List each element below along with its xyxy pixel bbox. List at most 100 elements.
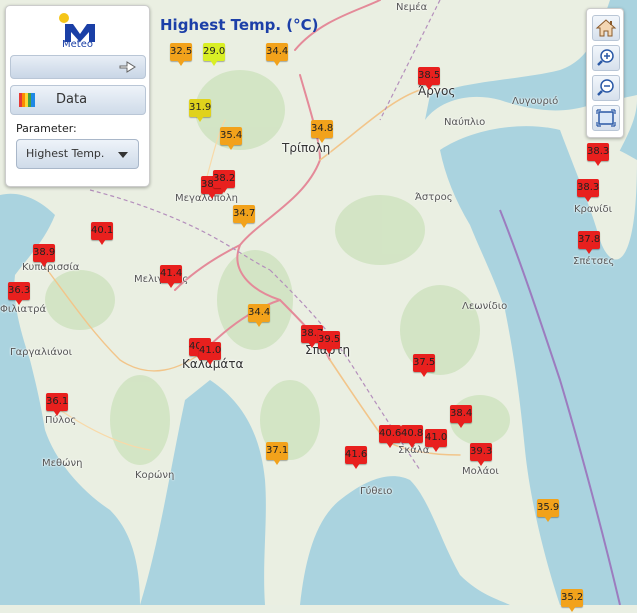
marker-pointer (40, 261, 48, 267)
station-marker[interactable]: 41.4 (160, 265, 182, 289)
marker-pointer (408, 442, 416, 448)
full-extent-button[interactable] (592, 105, 620, 131)
station-marker[interactable]: 34.8 (311, 120, 333, 144)
station-marker[interactable]: 38.4 (450, 405, 472, 429)
station-value: 34.8 (311, 120, 333, 138)
marker-pointer (98, 239, 106, 245)
station-marker[interactable]: 35.4 (220, 127, 242, 151)
station-marker[interactable]: 41.6 (345, 446, 367, 470)
marker-pointer (568, 606, 576, 612)
marker-pointer (167, 282, 175, 288)
place-label: Λεωνίδιο (462, 301, 508, 312)
chevron-down-icon (118, 152, 128, 158)
station-value: 34.4 (248, 304, 270, 322)
station-value: 39.5 (318, 331, 340, 349)
station-value: 35.9 (537, 499, 559, 517)
station-value: 31.9 (189, 99, 211, 117)
station-marker[interactable]: 39.5 (318, 331, 340, 355)
station-marker[interactable]: 35.9 (537, 499, 559, 523)
marker-pointer (352, 463, 360, 469)
parameter-select-value: Highest Temp. (26, 147, 105, 160)
station-value: 34.4 (266, 43, 288, 61)
zoom-in-button[interactable] (592, 45, 620, 71)
marker-pointer (273, 459, 281, 465)
station-marker[interactable]: 37.1 (266, 442, 288, 466)
place-label: Κορώνη (135, 470, 175, 481)
marker-pointer (318, 137, 326, 143)
station-value: 35.4 (220, 127, 242, 145)
station-marker[interactable]: 36.3 (8, 282, 30, 306)
station-marker[interactable]: 39.3 (470, 443, 492, 467)
station-value: 36.3 (8, 282, 30, 300)
station-value: 39.3 (470, 443, 492, 461)
station-marker[interactable]: 41.0 (425, 429, 447, 453)
station-marker[interactable]: 35.2 (561, 589, 583, 613)
home-button[interactable] (592, 15, 620, 41)
station-value: 38.5 (418, 67, 440, 85)
station-marker[interactable]: 38.9 (33, 244, 55, 268)
station-marker[interactable]: 40.6 (379, 425, 401, 449)
station-marker[interactable]: 32.5 (170, 43, 192, 67)
place-label: Νεμέα (396, 2, 428, 13)
station-marker[interactable]: 31.9 (189, 99, 211, 123)
station-marker[interactable]: 40.1 (91, 222, 113, 246)
marker-pointer (325, 348, 333, 354)
station-marker[interactable]: 41.0 (199, 342, 221, 366)
collapse-panel-button[interactable] (10, 55, 146, 79)
station-marker[interactable]: 29.0 (203, 43, 225, 67)
marker-pointer (240, 222, 248, 228)
marker-pointer (477, 460, 485, 466)
station-marker[interactable]: 38.5 (418, 67, 440, 91)
marker-pointer (220, 187, 228, 193)
hand-pointer-icon (119, 61, 136, 73)
station-value: 32.5 (170, 43, 192, 61)
station-value: 37.8 (578, 231, 600, 249)
station-value: 34.7 (233, 205, 255, 223)
logo-text: Meteo (62, 39, 93, 50)
station-value: 41.0 (199, 342, 221, 360)
station-value: 40.1 (91, 222, 113, 240)
marker-pointer (206, 359, 214, 365)
place-label: Σπέτσες (573, 256, 615, 267)
station-value: 38.2 (213, 170, 235, 188)
station-marker[interactable]: 37.8 (578, 231, 600, 255)
station-value: 41.4 (160, 265, 182, 283)
extent-icon (596, 109, 616, 127)
station-marker[interactable]: 34.4 (248, 304, 270, 328)
station-marker[interactable]: 38.2 (213, 170, 235, 194)
station-marker[interactable]: 40.8 (401, 425, 423, 449)
station-marker[interactable]: 34.7 (233, 205, 255, 229)
marker-pointer (53, 410, 61, 416)
place-label: Κρανίδι (574, 204, 612, 215)
marker-pointer (273, 60, 281, 66)
marker-pointer (196, 116, 204, 122)
station-value: 37.5 (413, 354, 435, 372)
marker-pointer (544, 516, 552, 522)
station-marker[interactable]: 36.1 (46, 393, 68, 417)
station-value: 40.6 (379, 425, 401, 443)
place-label: Λυγουριό (512, 96, 559, 107)
station-marker[interactable]: 38.3 (577, 179, 599, 203)
station-value: 36.1 (46, 393, 68, 411)
station-marker[interactable]: 38.3 (587, 143, 609, 167)
station-value: 40.8 (401, 425, 423, 443)
station-value: 41.6 (345, 446, 367, 464)
zoom-in-icon (597, 49, 614, 66)
station-marker[interactable]: 37.5 (413, 354, 435, 378)
parameter-select[interactable]: Highest Temp. (16, 139, 139, 169)
marker-pointer (584, 196, 592, 202)
station-marker[interactable]: 34.4 (266, 43, 288, 67)
parameter-label: Parameter: (16, 122, 77, 135)
marker-pointer (420, 371, 428, 377)
place-label: Ναύπλιο (444, 117, 486, 128)
marker-pointer (210, 60, 218, 66)
marker-pointer (585, 248, 593, 254)
place-label: Άστρος (415, 192, 453, 203)
marker-pointer (386, 442, 394, 448)
zoom-out-button[interactable] (592, 75, 620, 101)
place-label: Μεθώνη (42, 458, 83, 469)
marker-pointer (255, 321, 263, 327)
data-button[interactable]: Data (10, 85, 146, 115)
station-value: 38.3 (587, 143, 609, 161)
place-label: Γύθειο (360, 486, 393, 497)
